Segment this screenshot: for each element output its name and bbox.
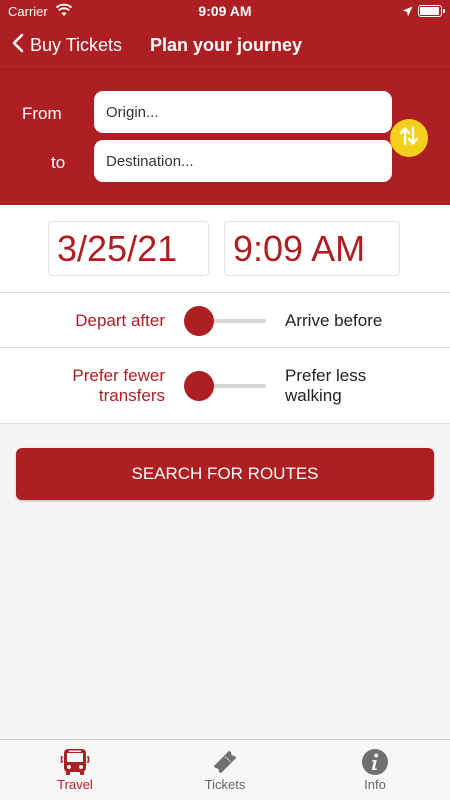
tab-info-label: Info [364, 777, 386, 792]
back-button-label: Buy Tickets [30, 35, 123, 55]
arrive-before-label: Arrive before [285, 311, 383, 330]
datetime-section: 3/25/21 9:09 AM [0, 205, 450, 293]
chevron-left-icon [12, 33, 30, 58]
tab-info[interactable]: Info [300, 748, 450, 792]
status-time: 9:09 AM [198, 3, 252, 19]
depart-arrive-row: Depart after Arrive before [0, 293, 450, 348]
swap-button[interactable] [390, 119, 428, 157]
location-arrow-icon [402, 5, 413, 20]
depart-after-label: Depart after [75, 311, 165, 330]
prefer-less-walking-label: Prefer less walking [285, 366, 366, 406]
prefer-fewer-transfers-label: Prefer fewer transfers [72, 366, 165, 406]
prefer-less-walking-line-2: walking [285, 386, 342, 405]
destination-input[interactable] [94, 140, 392, 182]
tab-bar: Travel Tickets Info [0, 739, 450, 800]
tab-tickets-label: Tickets [204, 777, 246, 792]
journey-header: Carrier 9:09 AM Buy Tickets Plan your jo… [0, 0, 450, 205]
from-label: From [22, 104, 62, 123]
tab-travel-label: Travel [57, 777, 93, 792]
prefer-less-walking-line-1: Prefer less [285, 366, 367, 385]
swap-arrows-icon [398, 125, 420, 152]
origin-input[interactable] [94, 91, 392, 133]
transfers-walking-slider-thumb[interactable] [184, 371, 214, 401]
back-button[interactable]: Buy Tickets [12, 33, 122, 58]
prefer-fewer-transfers-line-2: transfers [98, 386, 165, 405]
search-routes-button[interactable]: SEARCH FOR ROUTES [16, 448, 434, 500]
nav-bar: Buy Tickets Plan your journey [0, 22, 450, 70]
depart-arrive-slider-thumb[interactable] [184, 306, 214, 336]
ticket-icon [150, 748, 300, 776]
transfers-walking-row: Prefer fewer transfers Prefer less walki… [0, 348, 450, 424]
battery-icon [418, 5, 445, 17]
status-bar: Carrier 9:09 AM [0, 0, 450, 22]
prefer-fewer-transfers-line-1: Prefer fewer [72, 366, 165, 385]
bus-icon [0, 748, 150, 776]
info-icon [300, 748, 450, 776]
tab-travel[interactable]: Travel [0, 748, 150, 792]
page-title: Plan your journey [150, 35, 303, 55]
tab-tickets[interactable]: Tickets [150, 748, 300, 792]
to-label: to [51, 153, 66, 172]
time-picker[interactable]: 9:09 AM [224, 221, 400, 276]
date-picker[interactable]: 3/25/21 [48, 221, 209, 276]
